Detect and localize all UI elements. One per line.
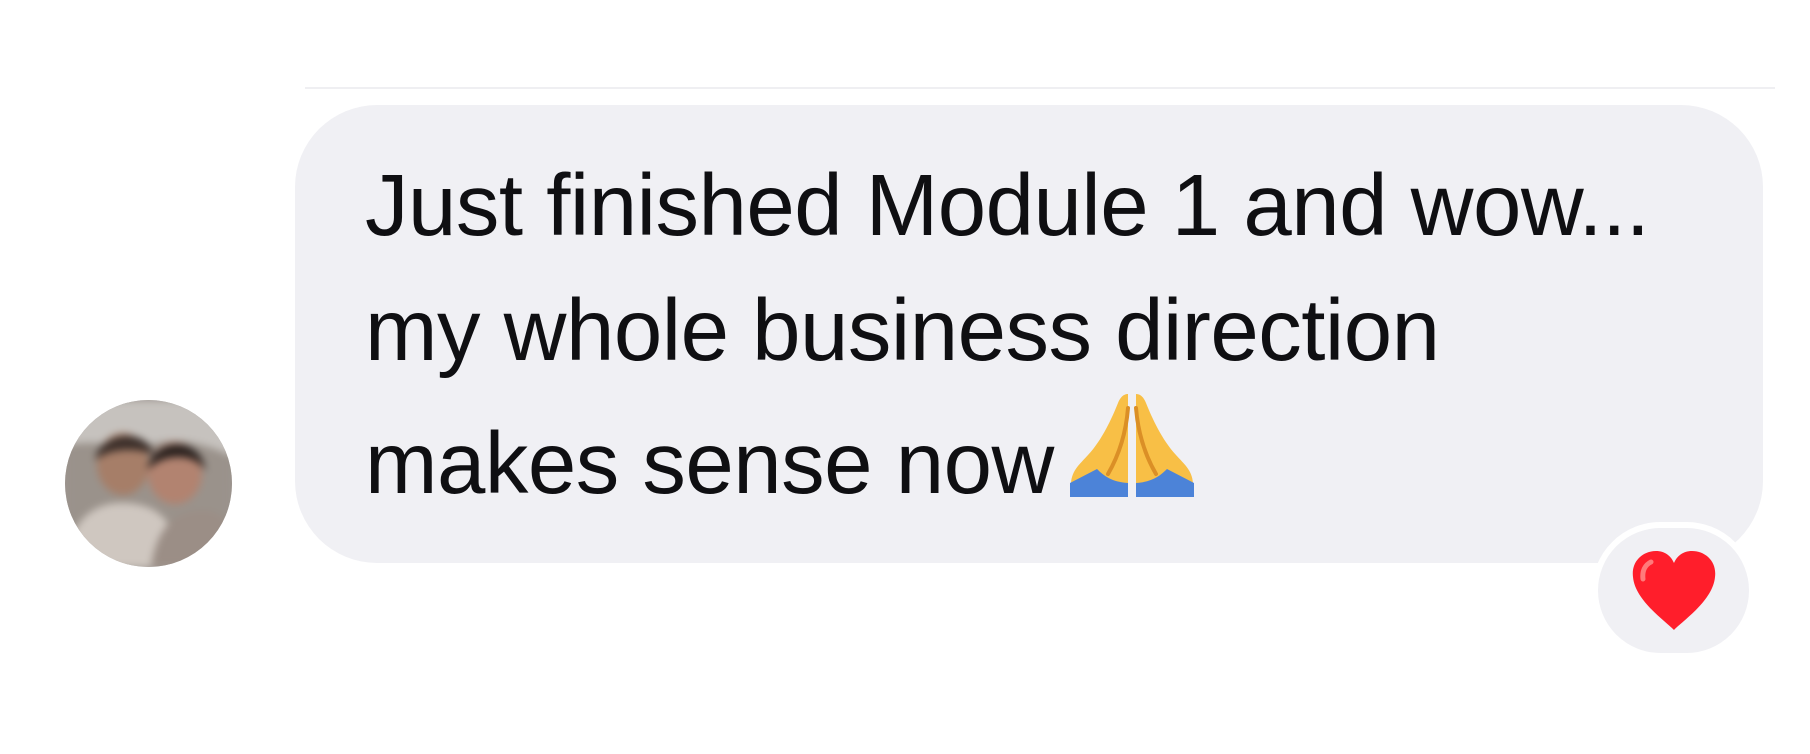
sender-avatar[interactable] [65, 400, 232, 567]
message-content: Just finished Module 1 and wow... my who… [365, 143, 1705, 526]
red-heart-icon [1632, 550, 1715, 630]
message-reaction[interactable] [1592, 522, 1755, 659]
message-divider [305, 87, 1775, 89]
folded-hands-icon [1069, 394, 1194, 497]
message-text: Just finished Module 1 and wow... my who… [365, 157, 1650, 512]
profile-photo-blurred [65, 400, 232, 567]
incoming-message-bubble[interactable]: Just finished Module 1 and wow... my who… [295, 105, 1763, 563]
